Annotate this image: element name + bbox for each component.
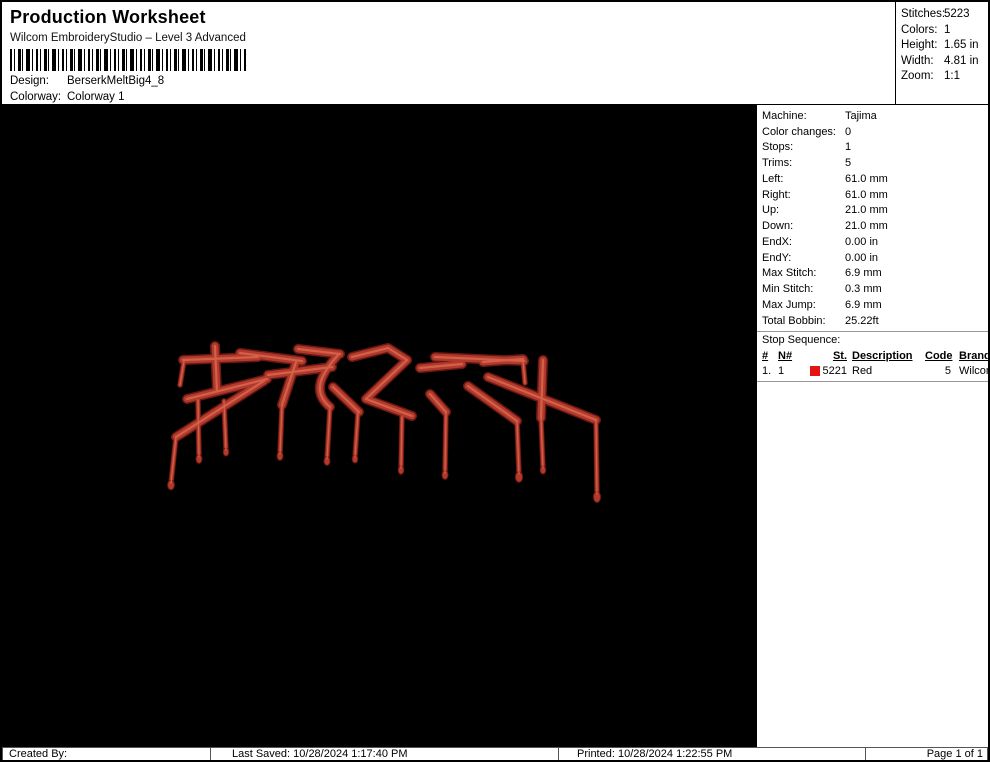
height-value: 1.65 in [944,39,979,51]
info-label: Max Jump: [762,298,816,311]
body: Machine: Tajima Color changes: 0 Stops: 1 T… [2,105,988,747]
info-row-color-changes: Color changes: 0 [757,124,988,140]
stop-sequence-title: Stop Sequence: [762,333,841,346]
info-label: Stops: [762,141,794,154]
info-value: 0.00 in [845,251,879,264]
row-description: Red [852,365,873,377]
info-label: Total Bobbin: [762,314,826,327]
header-left: Production Worksheet Wilcom EmbroiderySt… [2,2,895,104]
info-label: Up: [762,204,780,217]
row-brand: Wilcom [959,365,988,377]
design-canvas [2,105,757,747]
printed: Printed: 10/28/2024 1:22:55 PM [559,747,866,760]
col-num: # [762,350,769,362]
colorway-row: Colorway: Colorway 1 [10,91,895,103]
info-row-min-stitch: Min Stitch: 0.3 mm [757,281,988,297]
info-label: EndX: [762,235,792,248]
info-row-endx: EndX: 0.00 in [757,234,988,250]
info-row-left: Left: 61.0 mm [757,171,988,187]
info-label: EndY: [762,251,792,264]
info-label: Machine: [762,109,807,122]
col-stitches: St. [832,350,847,362]
info-value: 1 [845,141,852,154]
info-value: 5 [845,157,852,170]
info-label: Max Stitch: [762,267,817,280]
thread-color-swatch [809,366,820,376]
design-value: BerserkMeltBig4_8 [67,75,165,87]
info-row-down: Down: 21.0 mm [757,218,988,234]
app-subtitle: Wilcom EmbroideryStudio – Level 3 Advanc… [10,32,246,44]
info-value: 0.3 mm [845,283,882,296]
design-label: Design: [10,75,49,87]
colorway-label: Colorway: [10,91,62,103]
info-label: Min Stitch: [762,283,814,296]
barcode [10,49,246,71]
summary-row-height: Height: 1.65 in [901,39,988,55]
info-row-endy: EndY: 0.00 in [757,250,988,266]
info-value: 21.0 mm [845,220,888,233]
stop-sequence-row: 1. 1 5221 Red 5 Wilcom [762,364,988,379]
info-value: 25.22ft [845,314,879,327]
summary-row-colors: Colors: 1 [901,24,988,40]
info-value: 0.00 in [845,235,879,248]
info-value: 6.9 mm [845,298,882,311]
summary-row-width: Width: 4.81 in [901,55,988,71]
zoom-label: Zoom: [901,70,934,82]
height-label: Height: [901,39,938,51]
summary-row-stitches: Stitches: 5223 [901,8,988,24]
colors-label: Colors: [901,23,938,36]
row-num: 1. [762,365,772,377]
stop-sequence-header: # N# St. Description Code Brand [762,349,988,364]
col-code: Code [925,350,953,362]
info-row-trims: Trims: 5 [757,155,988,171]
last-saved: Last Saved: 10/28/2024 1:17:40 PM [211,747,559,760]
colorway-value: Colorway 1 [67,91,125,103]
info-label: Left: [762,172,784,185]
col-needle: N# [778,350,793,362]
width-value: 4.81 in [944,54,979,67]
info-value: 6.9 mm [845,267,882,280]
info-row-machine: Machine: Tajima [757,108,988,124]
details-panel: Machine: Tajima Color changes: 0 Stops: 1 T… [757,105,988,747]
summary-row-zoom: Zoom: 1:1 [901,70,988,86]
divider [757,330,988,332]
machine-info: Machine: Tajima Color changes: 0 Stops: 1 T… [757,108,988,329]
info-row-stops: Stops: 1 [757,140,988,156]
info-value: Tajima [845,109,877,122]
summary-box: Stitches: 5223 Colors: 1 Height: 1.65 in… [895,2,988,104]
stop-sequence-table: # N# St. Description Code Brand 1. 1 522… [757,349,988,379]
info-label: Trims: [762,157,793,170]
col-description: Description [852,350,913,362]
stitches-label: Stitches: [901,8,946,20]
divider [757,380,988,382]
info-value: 61.0 mm [845,172,888,185]
embroidery-design-preview [167,105,602,503]
created-by: Created By: [2,747,211,760]
info-row-right: Right: 61.0 mm [757,187,988,203]
info-value: 61.0 mm [845,188,888,201]
info-label: Down: [762,220,794,233]
zoom-value: 1:1 [944,70,960,82]
row-needle: 1 [778,365,785,377]
width-label: Width: [901,54,934,67]
header: Production Worksheet Wilcom EmbroiderySt… [2,2,988,105]
info-row-up: Up: 21.0 mm [757,203,988,219]
info-label: Color changes: [762,125,836,138]
page-title: Production Worksheet [10,7,206,27]
design-row: Design: BerserkMeltBig4_8 [10,75,895,87]
colors-value: 1 [944,23,951,36]
col-brand: Brand [959,350,990,362]
footer: Created By: Last Saved: 10/28/2024 1:17:… [2,747,988,760]
page-number: Page 1 of 1 [866,747,988,760]
info-row-total-bobbin: Total Bobbin: 25.22ft [757,313,988,329]
info-row-max-jump: Max Jump: 6.9 mm [757,297,988,313]
production-worksheet-page: Production Worksheet Wilcom EmbroiderySt… [0,0,990,762]
info-label: Right: [762,188,791,201]
stitches-value: 5223 [944,8,970,20]
row-code: 5 [944,365,951,377]
row-stitches: 5221 [822,365,847,377]
info-value: 0 [845,125,852,138]
info-row-max-stitch: Max Stitch: 6.9 mm [757,266,988,282]
info-value: 21.0 mm [845,204,888,217]
